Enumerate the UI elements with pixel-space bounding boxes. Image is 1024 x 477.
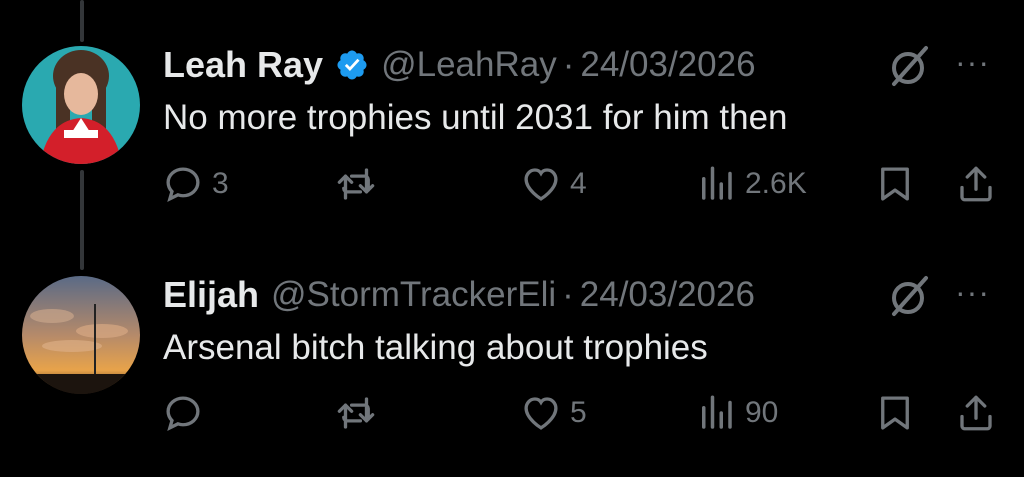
reply-button[interactable] — [162, 392, 212, 434]
bookmark-button[interactable] — [874, 392, 916, 434]
more-options-icon[interactable]: ··· — [955, 44, 990, 81]
like-count: 5 — [570, 396, 587, 429]
views-button[interactable]: 90 — [695, 392, 778, 434]
like-button[interactable]: 5 — [520, 392, 587, 434]
reply-icon — [166, 396, 200, 432]
share-button[interactable] — [955, 392, 997, 434]
views-icon — [702, 166, 732, 200]
separator-dot: · — [562, 45, 575, 84]
timestamp[interactable]: 24/03/2026 — [580, 45, 755, 85]
verified-badge-icon — [335, 48, 369, 82]
share-icon — [960, 166, 992, 202]
display-name[interactable]: Leah Ray — [163, 44, 323, 86]
views-button[interactable]: 2.6K — [695, 163, 807, 205]
retweet-button[interactable] — [335, 163, 385, 205]
reply-icon — [166, 167, 200, 203]
views-count: 90 — [745, 396, 779, 429]
grok-icon[interactable] — [884, 42, 934, 92]
avatar[interactable] — [22, 276, 140, 394]
views-count: 2.6K — [745, 167, 807, 200]
tweet-text: No more trophies until 2031 for him then — [163, 98, 788, 137]
retweet-icon — [337, 397, 375, 429]
separator-dot: · — [562, 275, 574, 314]
like-button[interactable]: 4 — [520, 163, 587, 205]
share-icon — [960, 395, 992, 431]
share-button[interactable] — [955, 163, 997, 205]
retweet-button[interactable] — [335, 392, 385, 434]
handle[interactable]: @LeahRay — [381, 45, 557, 85]
tweet-text: Arsenal bitch talking about trophies — [163, 328, 708, 367]
grok-icon[interactable] — [884, 272, 934, 322]
avatar[interactable] — [22, 46, 140, 164]
tweet-elijah[interactable]: Elijah @StormTrackerEli · 24/03/2026 ···… — [0, 240, 1024, 477]
views-icon — [702, 395, 732, 429]
bookmark-button[interactable] — [874, 163, 916, 205]
more-options-icon[interactable]: ··· — [955, 274, 990, 311]
retweet-icon — [337, 168, 375, 200]
display-name[interactable]: Elijah — [163, 274, 259, 316]
bookmark-icon — [881, 167, 909, 201]
bookmark-icon — [881, 396, 909, 430]
heart-icon — [524, 168, 558, 201]
tweet-leah-ray[interactable]: Leah Ray @LeahRay · 24/03/2026 ··· No mo… — [0, 0, 1024, 240]
reply-count: 3 — [212, 167, 229, 200]
timestamp[interactable]: 24/03/2026 — [580, 275, 755, 315]
heart-icon — [524, 397, 558, 430]
reply-button[interactable]: 3 — [162, 163, 229, 205]
like-count: 4 — [570, 167, 587, 200]
handle[interactable]: @StormTrackerEli — [271, 275, 556, 315]
